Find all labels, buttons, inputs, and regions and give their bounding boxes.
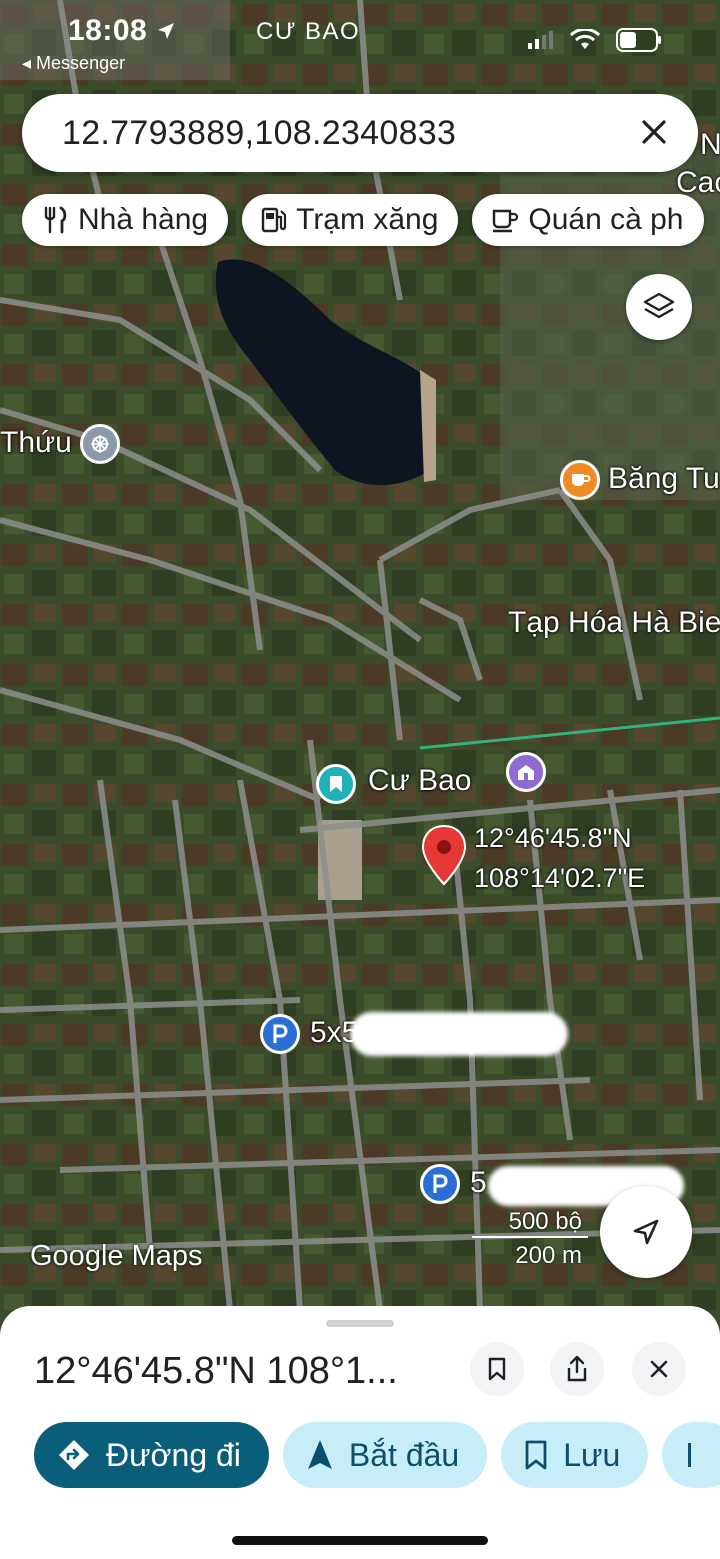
close-icon [650,1360,668,1378]
sheet-grabber[interactable] [326,1320,394,1327]
google-maps-logo: Google Maps [30,1240,203,1272]
chip-coffee[interactable]: Quán cà ph [472,194,704,246]
fork-knife-icon [44,206,67,234]
bookmark-outline-icon [488,1357,506,1381]
coffee-cup-icon [493,209,519,233]
scale-imperial: 500 bộ [472,1208,588,1238]
pin-longitude: 108°14'02.7"E [474,863,646,893]
directions-button[interactable]: Đường đi [34,1422,269,1488]
clear-search-icon[interactable] [634,112,674,152]
signal-icon [528,31,553,49]
wifi-icon [570,29,600,49]
pin-latitude: 12°46'45.8"N [474,823,632,853]
category-chips: Nhà hàng Trạm xăng Quán cà ph [22,194,704,246]
redaction-mark-1 [350,1012,568,1056]
bookmark-icon [525,1440,547,1470]
more-actions-button[interactable] [662,1422,720,1488]
status-place: CƯ BAO [256,18,361,45]
place-title: 12°46'45.8"N 108°1... [34,1350,398,1392]
cafe-icon[interactable] [560,460,600,500]
search-query[interactable]: 12.7793889,108.2340833 [62,114,456,153]
my-location-button[interactable] [600,1186,692,1278]
battery-icon [616,28,661,52]
parking-icon[interactable] [260,1014,300,1054]
directions-icon [59,1440,89,1470]
action-buttons: Đường đi Bắt đầu Lưu [34,1422,720,1488]
gas-pump-icon [261,207,287,233]
place-label-thuu[interactable]: Thứu [0,426,72,460]
navigation-arrow-outline-icon [633,1219,659,1245]
place-label-cu-bao[interactable]: Cư Bao [368,764,471,798]
temple-icon[interactable] [80,424,120,464]
share-button[interactable] [550,1342,604,1396]
dropped-pin-icon[interactable] [420,824,468,886]
scale-bar: 500 bộ 200 m [472,1208,588,1270]
location-arrow-icon [158,23,175,39]
parking-icon-2[interactable] [420,1164,460,1204]
place-bottom-sheet[interactable]: 12°46'45.8"N 108°1... Đường đi Bắt đầu L… [0,1306,720,1559]
place-label-tap-hoa[interactable]: Tạp Hóa Hà Bie [508,606,720,640]
more-icon [688,1443,692,1467]
place-label-bang-tu[interactable]: Băng Tu [608,462,720,496]
navigation-arrow-icon [307,1440,332,1469]
chip-restaurants[interactable]: Nhà hàng [22,194,229,246]
bookmark-place-icon[interactable] [316,764,356,804]
close-sheet-button[interactable] [632,1342,686,1396]
status-time: 18:08 [68,14,176,48]
corner-label-n: N [700,128,720,161]
government-building-icon[interactable] [506,752,546,792]
back-to-app-link[interactable]: ◂ Messenger [22,53,125,74]
place-label-parking-2[interactable]: 5 [470,1166,487,1200]
home-indicator [232,1536,488,1545]
status-bar: 18:08 ◂ Messenger CƯ BAO [0,0,720,80]
pin-coordinates-label: 12°46'45.8"N 108°14'02.7"E [474,818,645,898]
start-navigation-button[interactable]: Bắt đầu [282,1422,488,1488]
chip-gas-stations[interactable]: Trạm xăng [242,194,459,246]
scale-metric: 200 m [515,1242,582,1269]
save-icon-button[interactable] [470,1342,524,1396]
map-layers-button[interactable] [626,274,692,340]
save-button[interactable]: Lưu [501,1422,649,1488]
search-bar[interactable]: 12.7793889,108.2340833 [22,94,698,172]
share-icon [567,1355,587,1382]
layers-icon [643,292,675,319]
